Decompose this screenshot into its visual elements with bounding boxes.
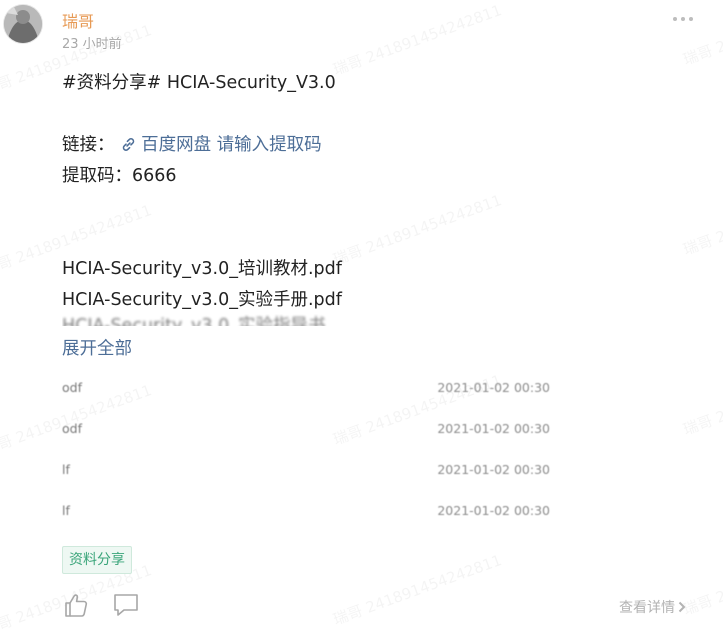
file-date: 2021-01-02 00:30	[437, 503, 550, 518]
comment-icon	[114, 594, 138, 616]
chevron-right-icon	[678, 601, 686, 613]
file-name: lf	[62, 462, 70, 477]
avatar-image	[4, 5, 42, 43]
more-dots-icon	[673, 17, 677, 21]
link-text: 百度网盘 请输入提取码	[141, 135, 322, 155]
truncated-line: HCIA-Security_v3.0_实验指导书	[62, 314, 482, 326]
file-date: 2021-01-02 00:30	[437, 421, 550, 436]
post-title: #资料分享# HCIA-Security_V3.0	[62, 73, 336, 93]
netdisk-link[interactable]: 百度网盘 请输入提取码	[120, 135, 322, 155]
post-time: 23 小时前	[62, 37, 122, 52]
file-date: 2021-01-02 00:30	[437, 380, 550, 395]
details-label: 查看详情	[619, 600, 675, 616]
link-icon	[122, 138, 135, 151]
expand-all-link[interactable]: 展开全部	[62, 335, 132, 360]
file-name: lf	[62, 503, 70, 518]
comment-button[interactable]	[112, 592, 140, 618]
file-row[interactable]: lf 2021-01-02 00:30	[62, 503, 550, 521]
link-line: 链接： 百度网盘 请输入提取码	[62, 131, 322, 156]
file-line: HCIA-Security_v3.0_培训教材.pdf	[62, 259, 342, 279]
author-name[interactable]: 瑞哥	[62, 8, 94, 32]
post-card: 瑞哥 23 小时前 #资料分享# HCIA-Security_V3.0 链接： …	[0, 0, 723, 637]
more-dots-icon	[689, 17, 693, 21]
file-row[interactable]: odf 2021-01-02 00:30	[62, 421, 550, 439]
more-menu-button[interactable]	[668, 8, 698, 30]
topic-tag[interactable]: 资料分享	[62, 546, 132, 574]
avatar[interactable]	[4, 5, 42, 43]
code-value: 6666	[132, 166, 177, 186]
code-label: 提取码：	[62, 166, 132, 186]
like-button[interactable]	[63, 592, 89, 618]
file-date: 2021-01-02 00:30	[437, 462, 550, 477]
thumbs-up-icon	[65, 594, 88, 617]
view-details-link[interactable]: 查看详情	[619, 597, 687, 617]
file-row[interactable]: lf 2021-01-02 00:30	[62, 462, 550, 480]
extract-code-line: 提取码：6666	[62, 162, 177, 187]
link-label: 链接：	[62, 135, 115, 155]
truncated-text: HCIA-Security_v3.0_实验指导书	[62, 316, 326, 326]
file-row[interactable]: odf 2021-01-02 00:30	[62, 380, 550, 398]
file-name: odf	[62, 421, 82, 436]
more-dots-icon	[681, 17, 685, 21]
file-name: odf	[62, 380, 82, 395]
file-line: HCIA-Security_v3.0_实验手册.pdf	[62, 290, 342, 310]
